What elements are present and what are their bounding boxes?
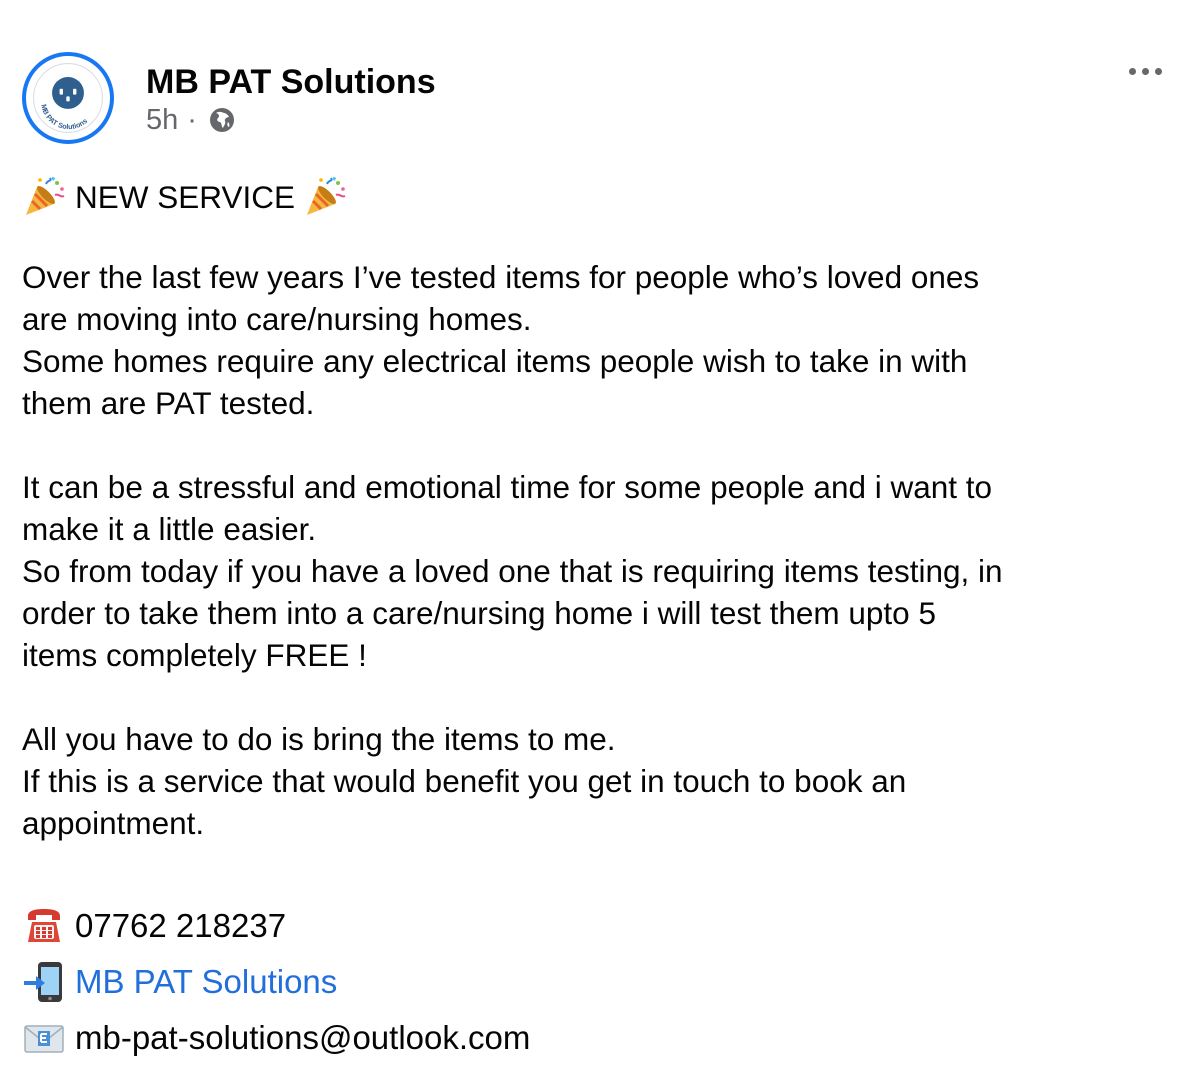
page-link[interactable]: MB PAT Solutions bbox=[75, 963, 337, 1001]
party-popper-icon bbox=[303, 175, 347, 219]
more-dot bbox=[1128, 67, 1136, 75]
post-text-line: If this is a service that would benefit … bbox=[22, 763, 907, 799]
post-text-line: It can be a stressful and emotional time… bbox=[22, 469, 993, 505]
mb-pat-logo: MB PAT Solutions bbox=[28, 58, 108, 138]
meta-separator: · bbox=[187, 103, 197, 136]
phone-row: 07762 218237 bbox=[22, 898, 286, 954]
headline-text: NEW SERVICE bbox=[75, 179, 295, 215]
email-address[interactable]: mb-pat-solutions@outlook.com bbox=[75, 1019, 530, 1057]
page-name[interactable]: MB PAT Solutions bbox=[146, 60, 436, 104]
post-text-line: So from today if you have a loved one th… bbox=[22, 553, 1003, 589]
post-text-line: order to take them into a care/nursing h… bbox=[22, 595, 936, 631]
post-text-line: items completely FREE ! bbox=[22, 637, 367, 673]
page-avatar[interactable]: MB PAT Solutions bbox=[22, 52, 114, 144]
post-header: MB PAT Solutions MB PAT Solutions 5h · bbox=[0, 0, 1180, 160]
phone-number[interactable]: 07762 218237 bbox=[75, 907, 286, 945]
post-text-line: make it a little easier. bbox=[22, 511, 317, 547]
page-link-row: MB PAT Solutions bbox=[22, 954, 337, 1010]
mobile-arrow-icon bbox=[22, 960, 66, 1004]
telephone-icon bbox=[22, 904, 66, 948]
post-timestamp[interactable]: 5h bbox=[146, 104, 178, 137]
envelope-icon bbox=[22, 1016, 66, 1060]
post-body: NEW SERVICE Over the last few years I’ve… bbox=[22, 172, 1172, 844]
globe-icon[interactable] bbox=[207, 105, 237, 135]
post-text-line: All you have to do is bring the items to… bbox=[22, 721, 616, 757]
post-headline: NEW SERVICE bbox=[22, 172, 1172, 222]
post-text-line: appointment. bbox=[22, 805, 205, 841]
post-text-line: are moving into care/nursing homes. bbox=[22, 301, 532, 337]
post-text-line: Some homes require any electrical items … bbox=[22, 343, 968, 379]
post-text-line: Over the last few years I’ve tested item… bbox=[22, 259, 980, 295]
party-popper-icon bbox=[22, 175, 66, 219]
post-text-line: them are PAT tested. bbox=[22, 385, 315, 421]
more-dot bbox=[1154, 67, 1162, 75]
more-options-icon[interactable] bbox=[1118, 52, 1172, 90]
post-meta: 5h · bbox=[146, 101, 237, 139]
more-dot bbox=[1141, 67, 1149, 75]
email-row: mb-pat-solutions@outlook.com bbox=[22, 1010, 530, 1066]
